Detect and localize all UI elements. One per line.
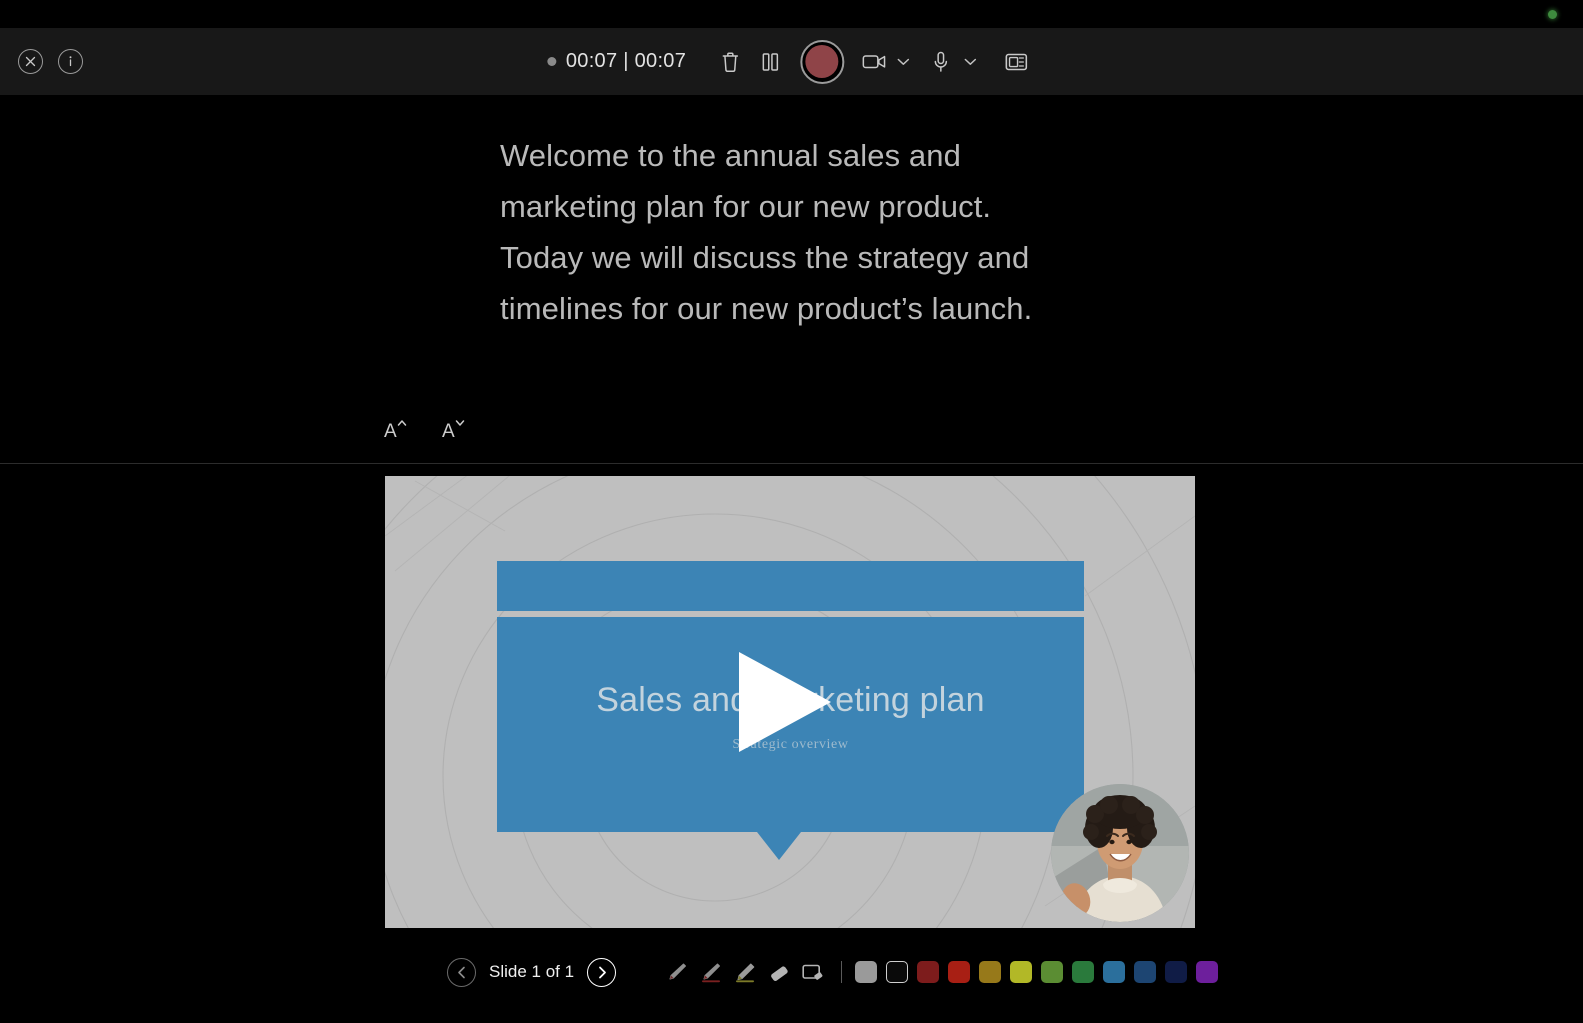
teleprompter-panel: Welcome to the annual sales and marketin… [0,95,1583,463]
recorder-app: 00:07 | 00:07 Welcome to the annual sale… [0,0,1583,1023]
pause-icon[interactable] [750,42,790,82]
increase-font-size-icon[interactable]: A [382,415,408,441]
slide-preview[interactable]: Sales and marketing plan Strategic overv… [385,476,1195,928]
pen-tool-icon[interactable] [662,957,692,987]
teleprompter-script[interactable]: Welcome to the annual sales and marketin… [500,130,1060,334]
color-swatch-dark-gold[interactable] [979,961,1001,983]
color-swatch-red[interactable] [948,961,970,983]
color-swatch-yellow[interactable] [1010,961,1032,983]
color-swatch-purple[interactable] [1196,961,1218,983]
previous-slide-button[interactable] [447,957,476,987]
font-size-controls: A A [382,415,466,441]
play-triangle [739,652,831,752]
color-swatch-black[interactable] [886,961,908,983]
slide-bubble-header [497,561,1084,611]
play-icon[interactable] [725,647,855,757]
decrease-font-size-icon[interactable]: A [440,415,466,441]
color-swatch-blue[interactable] [1103,961,1125,983]
title-strip [0,0,1583,28]
color-swatch-green[interactable] [1072,961,1094,983]
trash-icon[interactable] [710,42,750,82]
slide-controls-bar: Slide 1 of 1 [0,942,1583,1002]
microphone-control-group[interactable] [921,42,976,82]
record-button[interactable] [800,39,845,84]
camera-active-indicator-icon [1548,10,1557,19]
pen-red-tool-icon[interactable] [696,957,726,987]
tools-divider [841,961,842,983]
chevron-down-icon[interactable] [897,53,909,71]
slide-stage: Sales and marketing plan Strategic overv… [0,464,1583,1023]
toolbar-left-group [18,28,83,95]
webcam-overlay[interactable] [1051,784,1189,922]
color-swatch-navy[interactable] [1165,961,1187,983]
layout-icon[interactable] [996,42,1036,82]
clear-all-tool-icon[interactable] [798,957,828,987]
info-icon[interactable] [58,49,83,74]
recording-timer: 00:07 | 00:07 [565,50,687,72]
color-swatch-light-green[interactable] [1041,961,1063,983]
camera-control-group[interactable] [854,42,909,82]
recorder-toolbar: 00:07 | 00:07 [0,28,1583,95]
next-slide-button[interactable] [587,957,617,987]
slide-counter: Slide 1 of 1 [489,962,575,981]
svg-text:A: A [442,421,455,441]
annotation-tools [662,942,1218,1002]
record-button-inner [805,45,839,78]
slide-bubble-tail [757,832,801,860]
color-swatch-dark-blue[interactable] [1134,961,1156,983]
chevron-down-icon[interactable] [964,53,976,71]
recording-status-dot-icon [546,57,556,66]
highlighter-tool-icon[interactable] [730,957,760,987]
microphone-icon[interactable] [921,42,961,82]
camera-icon[interactable] [854,42,894,82]
svg-text:A: A [384,421,397,441]
eraser-tool-icon[interactable] [764,957,794,987]
slide-navigation: Slide 1 of 1 [447,942,617,1002]
color-swatch-grey[interactable] [855,961,877,983]
color-swatch-dark-red[interactable] [917,961,939,983]
color-palette [855,961,1218,983]
webcam-video [1051,784,1189,922]
toolbar-center-group: 00:07 | 00:07 [546,28,1036,95]
close-icon[interactable] [18,49,43,74]
